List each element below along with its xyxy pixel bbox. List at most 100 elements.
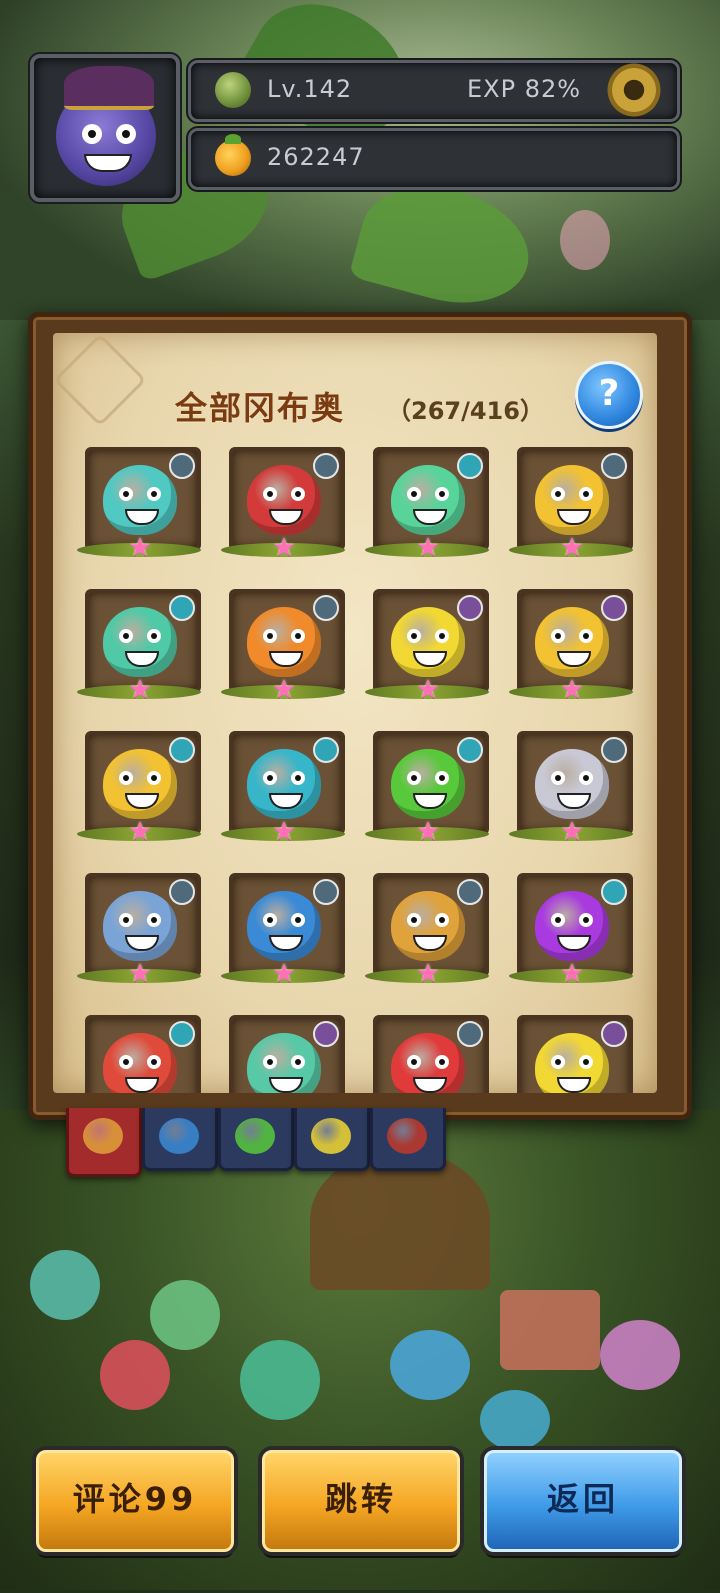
currency-bar: 262247 (188, 128, 680, 190)
element-badge-icon (457, 453, 483, 479)
monster-card[interactable]: ★ (365, 873, 489, 1003)
background-house (500, 1290, 600, 1370)
monster-eye (263, 629, 277, 643)
monster-card[interactable]: ★ (509, 589, 633, 719)
monster-card[interactable]: ★ (365, 589, 489, 719)
help-button[interactable]: ? (575, 361, 643, 429)
monster-card[interactable]: ★ (77, 1015, 201, 1093)
tab-red[interactable] (370, 1108, 446, 1171)
monster-card[interactable]: ★ (509, 731, 633, 861)
monster-eye (119, 487, 133, 501)
monster-card[interactable]: ★ (509, 447, 633, 577)
tab-blue[interactable] (142, 1108, 218, 1171)
monster-eye (407, 629, 421, 643)
monster-eye (579, 1055, 593, 1069)
player-avatar[interactable] (30, 54, 180, 202)
element-badge-icon (457, 737, 483, 763)
monster-eye (407, 913, 421, 927)
monster-eye (551, 629, 565, 643)
pink-star-icon: ★ (272, 675, 296, 705)
monster-eye (263, 1055, 277, 1069)
monster-eye (147, 1055, 161, 1069)
element-badge-icon (169, 1021, 195, 1047)
pink-star-icon: ★ (560, 675, 584, 705)
pink-star-icon: ★ (560, 533, 584, 563)
back-button[interactable]: 返回 (484, 1450, 682, 1552)
background-tree-house (310, 1150, 490, 1290)
monster-card[interactable]: ★ (221, 873, 345, 1003)
avatar-eye (82, 124, 102, 144)
monster-eye (551, 913, 565, 927)
element-badge-icon (169, 595, 195, 621)
panel-title: 全部冈布奥 (175, 389, 346, 427)
tab-blue-icon (159, 1118, 199, 1154)
monster-card[interactable]: ★ (77, 447, 201, 577)
comment-button[interactable]: 评论99 (36, 1450, 234, 1552)
monster-card[interactable]: ★ (221, 589, 345, 719)
tab-red-icon (387, 1118, 427, 1154)
monster-card[interactable]: ★ (77, 589, 201, 719)
monster-eye (551, 487, 565, 501)
pink-star-icon: ★ (416, 533, 440, 563)
collection-count: （267/416） (387, 397, 544, 425)
monster-eye (435, 487, 449, 501)
monster-eye (579, 771, 593, 785)
monster-eye (119, 771, 133, 785)
monster-card[interactable]: ★ (221, 447, 345, 577)
exp-label: EXP 82% (467, 75, 582, 103)
monster-eye (147, 629, 161, 643)
element-badge-icon (313, 737, 339, 763)
monster-card[interactable]: ★ (221, 1015, 345, 1093)
tab-all-icon (83, 1118, 123, 1154)
monster-eye (291, 913, 305, 927)
currency-value: 262247 (267, 143, 365, 171)
element-badge-icon (457, 595, 483, 621)
pink-star-icon: ★ (128, 817, 152, 847)
element-badge-icon (169, 737, 195, 763)
monster-card[interactable]: ★ (77, 731, 201, 861)
element-badge-icon (601, 1021, 627, 1047)
monster-eye (579, 913, 593, 927)
pink-star-icon: ★ (128, 959, 152, 989)
monster-eye (119, 913, 133, 927)
tab-green-icon (235, 1118, 275, 1154)
monster-eye (407, 771, 421, 785)
tab-yellow[interactable] (294, 1108, 370, 1171)
element-badge-icon (457, 1021, 483, 1047)
element-badge-icon (457, 879, 483, 905)
monster-card[interactable]: ★ (365, 1015, 489, 1093)
element-badge-icon (601, 595, 627, 621)
monster-grid: ★ ★ ★ ★ ★ ★ ★ ★ ★ ★ ★ ★ ★ ★ ★ ★ ★ ★ ★ ★ (77, 447, 649, 1093)
monster-card[interactable]: ★ (509, 873, 633, 1003)
pink-star-icon: ★ (128, 675, 152, 705)
monster-eye (119, 1055, 133, 1069)
element-badge-icon (313, 1021, 339, 1047)
monster-eye (263, 771, 277, 785)
monster-eye (435, 629, 449, 643)
tab-yellow-icon (311, 1118, 351, 1154)
monster-card[interactable]: ★ (365, 731, 489, 861)
monster-card[interactable]: ★ (221, 731, 345, 861)
monster-eye (407, 1055, 421, 1069)
monster-eye (119, 629, 133, 643)
tab-green[interactable] (218, 1108, 294, 1171)
pink-star-icon: ★ (416, 959, 440, 989)
monster-eye (435, 1055, 449, 1069)
level-label: Lv.142 (267, 75, 353, 103)
monster-card[interactable]: ★ (77, 873, 201, 1003)
tab-all[interactable] (66, 1108, 142, 1177)
element-badge-icon (313, 879, 339, 905)
monster-card[interactable]: ★ (509, 1015, 633, 1093)
avatar-eye (116, 124, 136, 144)
fruit-icon (215, 134, 251, 176)
monster-card[interactable]: ★ (365, 447, 489, 577)
pink-star-icon: ★ (272, 817, 296, 847)
corner-emblem-icon (53, 333, 147, 427)
jump-button[interactable]: 跳转 (262, 1450, 460, 1552)
gear-icon[interactable] (602, 58, 666, 122)
monster-eye (291, 629, 305, 643)
element-badge-icon (169, 453, 195, 479)
monster-eye (291, 487, 305, 501)
pink-star-icon: ★ (128, 533, 152, 563)
monster-eye (291, 1055, 305, 1069)
